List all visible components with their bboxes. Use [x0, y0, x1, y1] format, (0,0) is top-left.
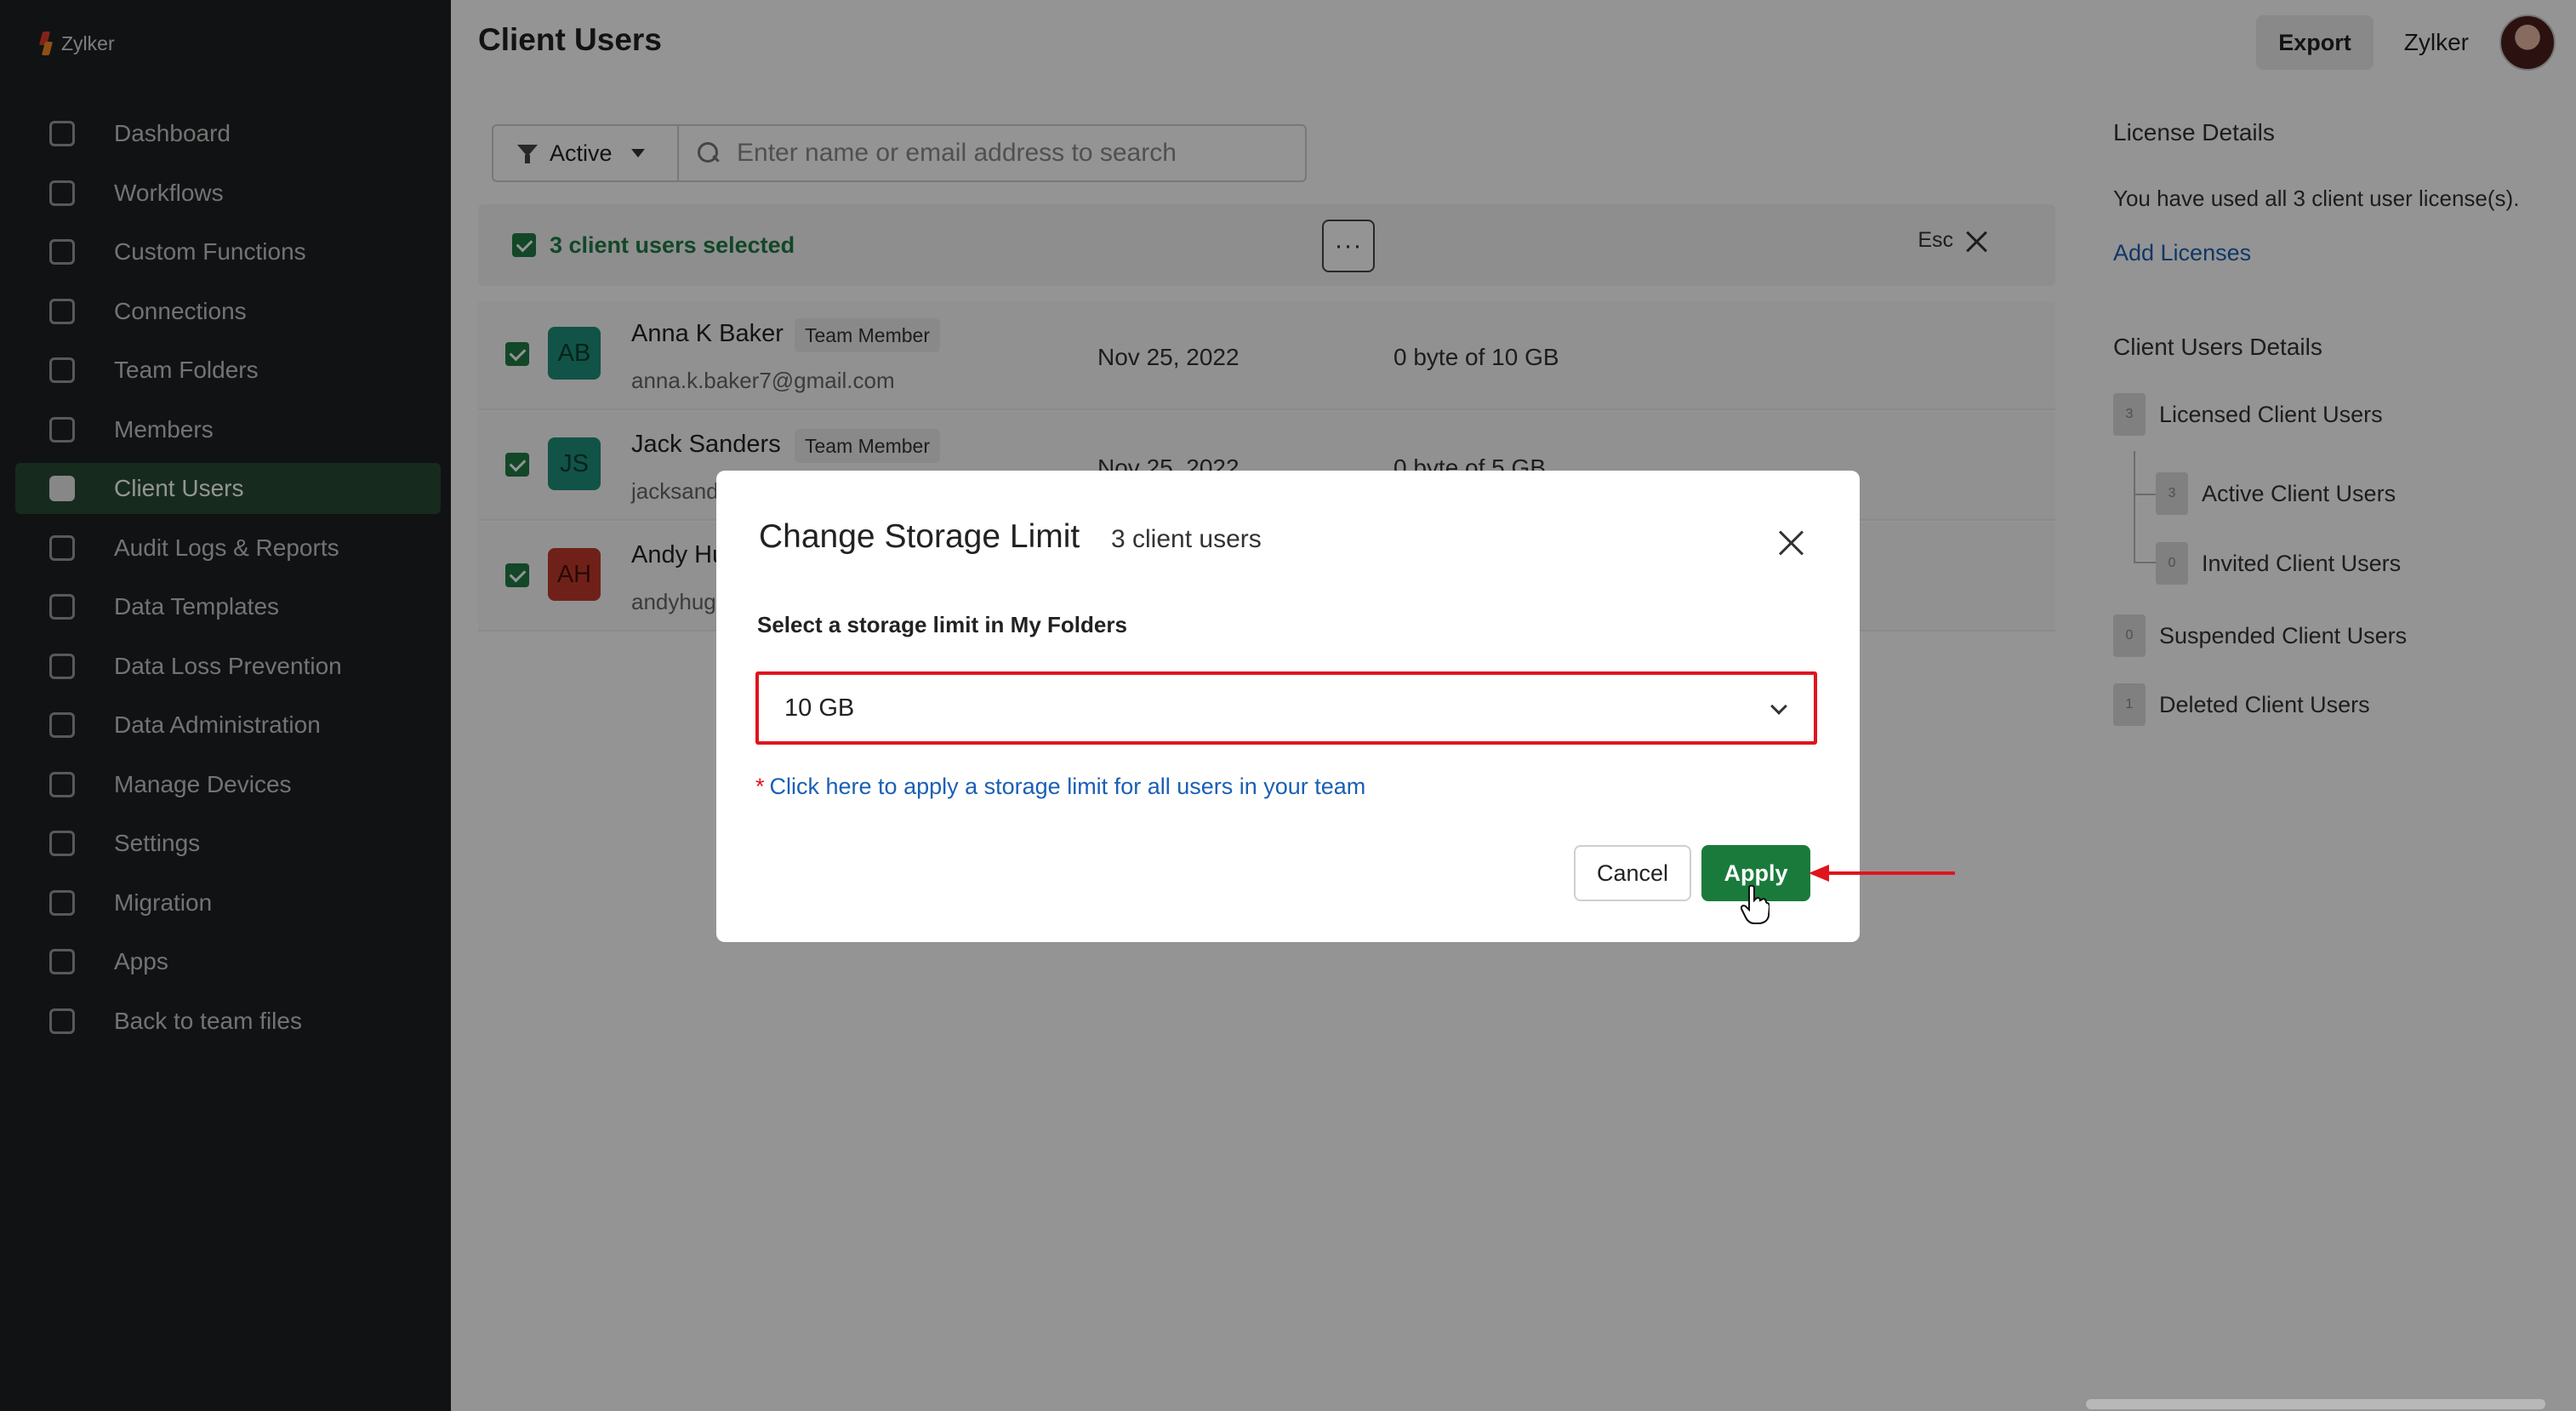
close-icon[interactable]: [1775, 527, 1809, 561]
storage-limit-value: 10 GB: [784, 694, 855, 722]
storage-limit-select[interactable]: 10 GB: [755, 671, 1817, 745]
chevron-down-icon: [1770, 698, 1787, 715]
required-marker: *: [755, 774, 765, 799]
dialog-subtitle: 3 client users: [1111, 525, 1262, 553]
hint-text: Click here to apply a storage limit for …: [769, 774, 1366, 799]
annotation-arrow-icon: [1809, 865, 1955, 882]
cancel-button[interactable]: Cancel: [1574, 845, 1691, 901]
hand-cursor-icon: [1741, 885, 1770, 924]
change-storage-limit-dialog: Change Storage Limit 3 client users Sele…: [716, 471, 1860, 942]
apply-team-limit-link[interactable]: * Click here to apply a storage limit for…: [755, 774, 1365, 800]
dialog-title: Change Storage Limit: [759, 518, 1080, 555]
storage-limit-label: Select a storage limit in My Folders: [757, 612, 1127, 637]
horizontal-scrollbar[interactable]: [2086, 1399, 2545, 1409]
